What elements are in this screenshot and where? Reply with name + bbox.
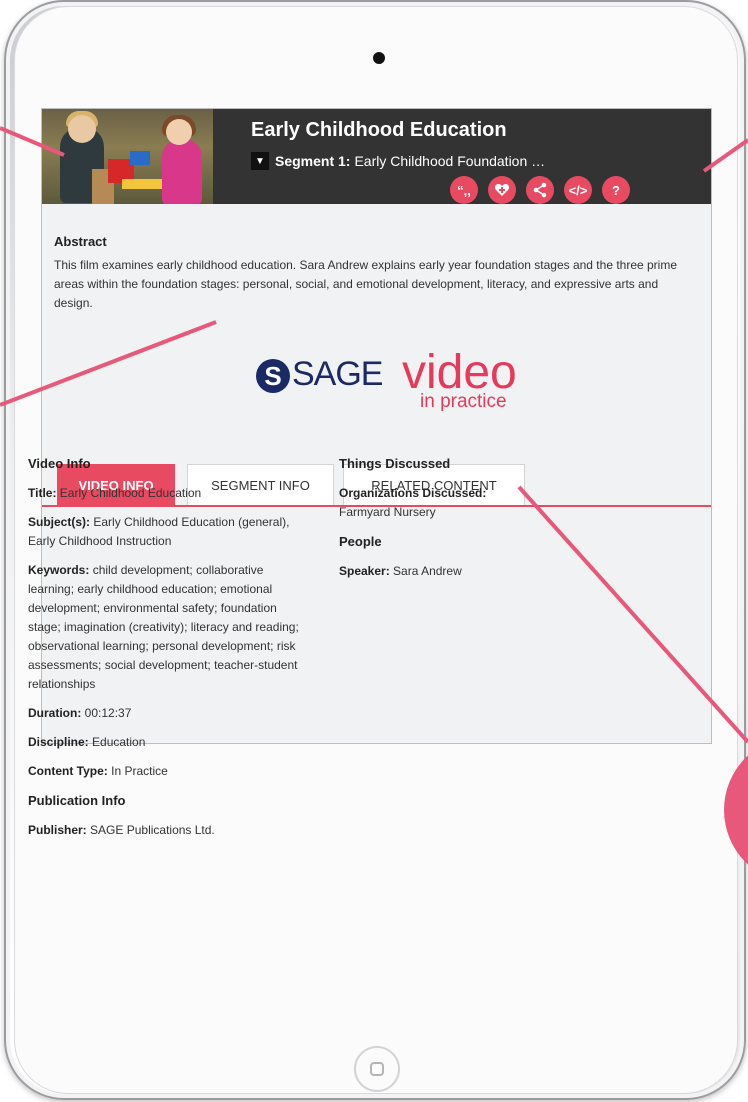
home-button[interactable] [354, 1046, 400, 1092]
organizations-value[interactable]: Farmyard Nursery [339, 505, 436, 519]
abstract-text: This film examines early childhood educa… [54, 258, 678, 310]
question-icon: ? [612, 182, 620, 198]
home-square-icon [370, 1062, 384, 1076]
help-button[interactable]: ? [602, 176, 630, 204]
segment-name: Early Childhood Foundation … [354, 153, 546, 169]
thumbnail-child-head [68, 115, 96, 143]
sage-video-logo: S SAGE video in practice [252, 346, 522, 421]
speaker-value[interactable]: Sara Andrew [393, 564, 462, 578]
duration-field: Duration: 00:12:37 [28, 704, 308, 723]
logo-tagline: in practice [420, 391, 507, 412]
video-header: Early Childhood Education ▼ Segment 1: E… [42, 109, 711, 204]
title-value: Early Childhood Education [59, 486, 202, 500]
thumbnail-toy [122, 179, 164, 189]
discipline-label: Discipline: [28, 735, 89, 749]
segment-selector[interactable]: ▼ Segment 1: Early Childhood Foundation … [251, 152, 545, 170]
keywords-field: Keywords: child development; collaborati… [28, 561, 308, 694]
discipline-value[interactable]: Education [92, 735, 145, 749]
organizations-field: Organizations Discussed: Farmyard Nurser… [339, 484, 639, 522]
content-type-field: Content Type: In Practice [28, 762, 308, 781]
segment-label: Segment 1: [275, 153, 351, 169]
logo-brand: SAGE [292, 355, 383, 393]
keywords-value[interactable]: child development; collaborative learnin… [28, 563, 299, 691]
video-info-column: Video Info Title: Early Childhood Educat… [28, 454, 308, 850]
thumbnail-child-figure [162, 139, 202, 204]
heart-plus-icon [494, 184, 510, 196]
speaker-label: Speaker: [339, 564, 390, 578]
chevron-down-icon[interactable]: ▼ [251, 152, 269, 170]
subjects-field: Subject(s): Early Childhood Education (g… [28, 513, 308, 551]
camera-icon [373, 52, 385, 64]
publisher-label: Publisher: [28, 823, 87, 837]
publication-info-heading: Publication Info [28, 793, 126, 808]
speaker-field: Speaker: Sara Andrew [339, 562, 639, 581]
cite-button[interactable]: “,, [450, 176, 478, 204]
sage-s-logo-icon: S [256, 359, 290, 393]
subjects-label: Subject(s): [28, 515, 91, 529]
organizations-label: Organizations Discussed: [339, 486, 487, 500]
duration-label: Duration: [28, 706, 82, 720]
duration-value: 00:12:37 [84, 706, 132, 720]
video-title: Early Childhood Education [251, 119, 507, 141]
share-icon [533, 182, 547, 198]
quote-icon: “,, [457, 182, 471, 198]
title-field: Title: Early Childhood Education [28, 484, 308, 503]
thumbnail-toy [130, 151, 150, 165]
title-label: Title: [28, 486, 57, 500]
video-info-heading: Video Info [28, 456, 91, 471]
keywords-label: Keywords: [28, 563, 90, 577]
publisher-value: SAGE Publications Ltd. [90, 823, 215, 837]
things-discussed-heading: Things Discussed [339, 456, 451, 471]
thumbnail-child-head [166, 119, 192, 145]
things-discussed-column: Things Discussed Organizations Discussed… [339, 454, 639, 591]
people-heading: People [339, 534, 382, 549]
publisher-field: Publisher: SAGE Publications Ltd. [28, 821, 308, 840]
abstract-heading: Abstract [54, 234, 107, 249]
content-type-label: Content Type: [28, 764, 108, 778]
share-button[interactable] [526, 176, 554, 204]
content-type-value: In Practice [111, 764, 168, 778]
code-icon: </> [568, 182, 588, 198]
video-thumbnail[interactable] [42, 109, 213, 204]
favorite-button[interactable] [488, 176, 516, 204]
embed-button[interactable]: </> [564, 176, 592, 204]
discipline-field: Discipline: Education [28, 733, 308, 752]
